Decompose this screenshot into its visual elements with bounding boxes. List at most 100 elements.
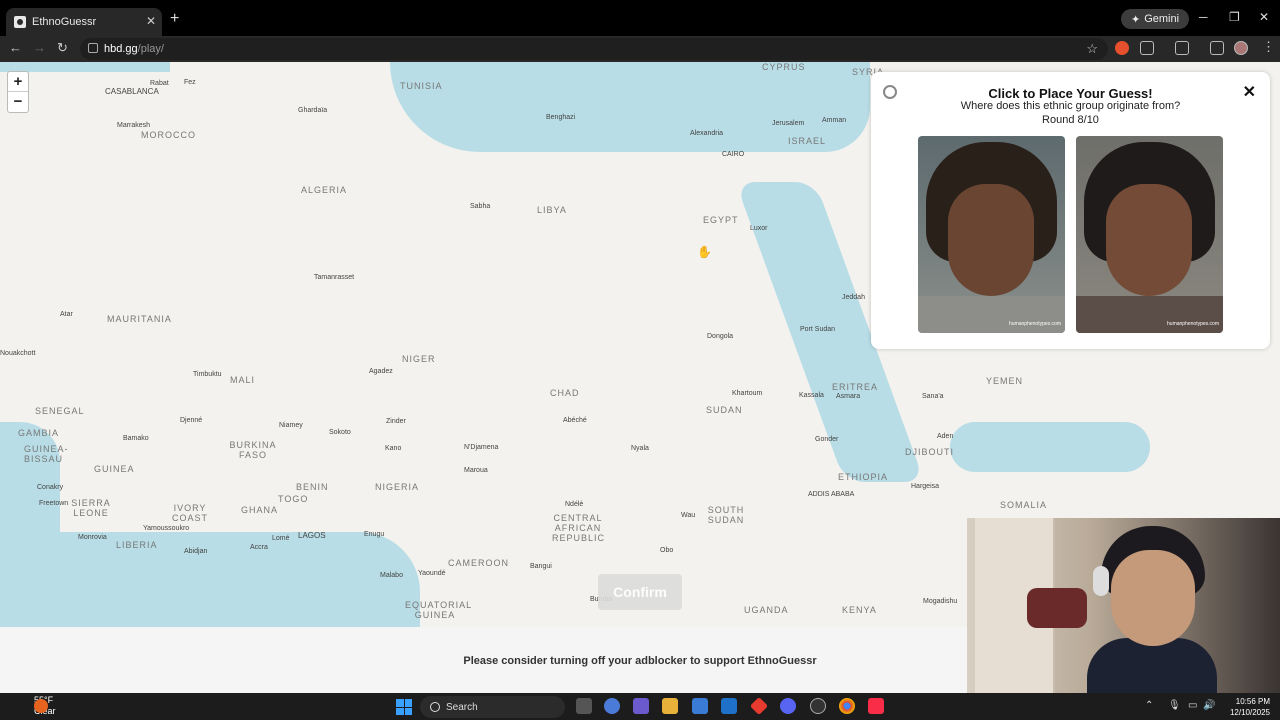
- restore-icon[interactable]: ❐: [1229, 10, 1240, 24]
- extension-icon[interactable]: [1115, 41, 1129, 55]
- female-face-image: humanphenotypes.com: [1076, 136, 1223, 333]
- city-label: Yaoundé: [418, 570, 446, 577]
- reload-icon[interactable]: ↻: [57, 40, 68, 56]
- city-label: N'Djamena: [464, 444, 499, 451]
- country-label: EGYPT: [703, 215, 739, 225]
- male-face-image: humanphenotypes.com: [918, 136, 1065, 333]
- display-icon[interactable]: ▭: [1188, 700, 1197, 711]
- city-label: Agadez: [369, 368, 393, 375]
- zoom-out-button[interactable]: −: [8, 92, 28, 112]
- city-label: Yamoussoukro: [143, 525, 190, 532]
- microphone-icon[interactable]: 🎙: [1168, 700, 1181, 711]
- extensions-puzzle-icon[interactable]: [1140, 41, 1154, 55]
- teams-icon[interactable]: [633, 698, 649, 714]
- outlook-icon[interactable]: [721, 698, 737, 714]
- weather-icon: [34, 699, 48, 713]
- city-label: Monrovia: [78, 534, 107, 541]
- search-label: Search: [446, 701, 478, 713]
- weather-widget[interactable]: 55°F Clear: [10, 695, 56, 717]
- new-tab-icon[interactable]: +: [170, 10, 179, 28]
- bookmark-star-icon[interactable]: ☆: [1086, 41, 1098, 57]
- steam-icon[interactable]: [810, 698, 826, 714]
- country-label: ALGERIA: [301, 185, 348, 195]
- discord-icon[interactable]: [780, 698, 796, 714]
- url-host: hbd.gg: [104, 43, 138, 55]
- forward-icon[interactable]: →: [33, 40, 46, 55]
- city-label: Djenné: [180, 417, 203, 424]
- city-label: Amman: [822, 117, 847, 124]
- zoom-in-button[interactable]: +: [8, 72, 28, 92]
- gemini-button[interactable]: ✦ Gemini: [1121, 9, 1190, 29]
- city-label: Lomé: [272, 535, 290, 542]
- country-label: MALI: [230, 375, 256, 385]
- clock[interactable]: 10:56 PM 12/10/2025: [1230, 696, 1270, 718]
- address-bar[interactable]: hbd.gg/play/ ☆: [80, 38, 1108, 60]
- media-icon[interactable]: [1210, 41, 1224, 55]
- close-tab-icon[interactable]: ✕: [146, 14, 156, 28]
- task-view-icon[interactable]: [576, 698, 592, 714]
- tab-title: EthnoGuessr: [32, 16, 97, 28]
- country-label: NIGERIA: [375, 482, 420, 492]
- file-explorer-icon[interactable]: [662, 698, 678, 714]
- country-label: NIGER: [402, 354, 436, 364]
- city-label: Maroua: [464, 467, 488, 474]
- store-icon[interactable]: [692, 698, 708, 714]
- copilot-icon[interactable]: [604, 698, 620, 714]
- city-label: CAIRO: [722, 151, 745, 158]
- city-label: Freetown: [39, 500, 69, 507]
- panel-title: Click to Place Your Guess!: [988, 86, 1153, 101]
- city-label: Luxor: [750, 225, 768, 232]
- volume-icon[interactable]: 🔊: [1203, 700, 1215, 711]
- country-label: SENEGAL: [35, 406, 85, 416]
- city-label: Abidjan: [184, 548, 208, 555]
- country-label: LIBYA: [537, 205, 567, 215]
- city-label: Dongola: [707, 333, 734, 340]
- music-icon[interactable]: [868, 698, 884, 714]
- country-label: GUINEA: [94, 464, 135, 474]
- site-info-icon[interactable]: [88, 43, 98, 53]
- minimize-icon[interactable]: ─: [1199, 10, 1208, 24]
- clock-date: 12/10/2025: [1229, 708, 1270, 717]
- city-label: Abéché: [563, 417, 587, 424]
- city-label: Enugu: [364, 531, 385, 538]
- browser-tab[interactable]: EthnoGuessr ✕: [6, 8, 162, 36]
- menu-kebab-icon[interactable]: ⋮: [1262, 39, 1275, 55]
- city-label: Kano: [385, 445, 402, 452]
- country-label: DJIBOUTI: [905, 447, 955, 457]
- cast-icon[interactable]: [1175, 41, 1189, 55]
- country-label: YEMEN: [986, 376, 1024, 386]
- country-label: KENYA: [842, 605, 877, 615]
- city-label: Obo: [660, 547, 674, 554]
- city-label: Aden: [937, 433, 954, 440]
- country-label: MAURITANIA: [107, 314, 172, 324]
- country-label: ISRAEL: [788, 136, 827, 146]
- start-icon[interactable]: [396, 699, 412, 715]
- back-icon[interactable]: ←: [9, 40, 22, 55]
- city-label: Atar: [60, 311, 73, 318]
- city-label: Malabo: [380, 572, 403, 579]
- profile-avatar[interactable]: [1234, 41, 1248, 55]
- city-label: Jerusalem: [772, 120, 805, 127]
- city-label: Gonder: [815, 436, 839, 443]
- app-icon[interactable]: [749, 696, 769, 716]
- tray-chevron-icon[interactable]: ⌃: [1145, 700, 1153, 711]
- country-label: SUDAN: [706, 405, 743, 415]
- taskbar-search[interactable]: Search: [420, 696, 565, 718]
- city-label: Zinder: [386, 418, 406, 425]
- close-window-icon[interactable]: ✕: [1259, 10, 1269, 24]
- city-label: LAGOS: [298, 531, 326, 540]
- chrome-icon[interactable]: [839, 698, 855, 714]
- country-label: BENIN: [296, 482, 329, 492]
- close-panel-icon[interactable]: ✕: [1243, 82, 1256, 102]
- city-label: Tamanrasset: [314, 274, 355, 281]
- panel-question: Where does this ethnic group originate f…: [960, 100, 1181, 112]
- city-label: Jeddah: [842, 294, 865, 301]
- country-label: IVORY COAST: [171, 503, 208, 523]
- city-label: Khartoum: [732, 390, 763, 397]
- country-label: GAMBIA: [18, 428, 60, 438]
- confirm-button[interactable]: Confirm: [598, 574, 682, 610]
- browser-toolbar: ← → ↻ hbd.gg/play/ ☆ ⋮: [0, 36, 1280, 62]
- adblock-message: Please consider turning off your adblock…: [463, 655, 817, 667]
- country-label: TOGO: [278, 494, 309, 504]
- city-label: Asmara: [836, 393, 861, 400]
